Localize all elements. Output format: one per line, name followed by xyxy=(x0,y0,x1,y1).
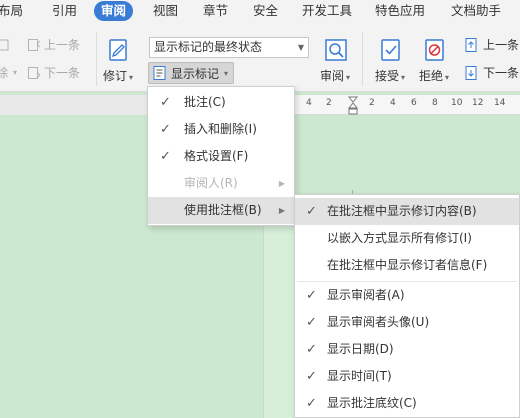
checkmark-icon: ✓ xyxy=(306,288,317,303)
group-divider xyxy=(96,32,97,86)
submenu-item-label: 显示时间(T) xyxy=(327,369,392,383)
tab-review[interactable]: 审阅 xyxy=(94,1,134,21)
tab-references[interactable]: 引用 xyxy=(52,0,77,22)
next-comment-icon xyxy=(27,66,41,80)
submenu-arrow-icon: ▶ xyxy=(278,179,285,188)
checkmark-icon: ✓ xyxy=(160,149,171,164)
submenu-item-label: 显示审阅者(A) xyxy=(327,288,405,302)
next-change-label: 下一条 xyxy=(483,66,520,80)
menu-item-use-balloons[interactable]: 使用批注框(B) ▶ xyxy=(148,197,294,224)
show-markup-label: 显示标记 xyxy=(171,66,220,81)
ribbon-tab-bar: 布局 引用 审阅 视图 章节 安全 开发工具 特色应用 文档助手 xyxy=(0,0,520,22)
ruler-number: 4 xyxy=(306,98,312,108)
menu-item-label: 批注(C) xyxy=(184,95,226,109)
submenu-item-show-revisions-in-balloons[interactable]: ✓ 在批注框中显示修订内容(B) xyxy=(295,198,519,225)
ruler-number: 2 xyxy=(369,98,375,108)
ruler-number: 14 xyxy=(494,98,506,108)
show-markup-menu: ✓ 批注(C) ✓ 插入和删除(I) ✓ 格式设置(F) 审阅人(R) ▶ 使用… xyxy=(147,86,295,226)
menu-item-insert-delete[interactable]: ✓ 插入和删除(I) xyxy=(148,116,294,143)
prev-comment-icon xyxy=(27,38,41,52)
checkmark-icon: ✓ xyxy=(160,122,171,137)
checkmark-icon: ✓ xyxy=(306,204,317,219)
review-pane-icon xyxy=(324,38,348,62)
submenu-item-show-reviewer[interactable]: ✓ 显示审阅者(A) xyxy=(295,282,519,309)
submenu-item-label: 显示日期(D) xyxy=(327,342,394,356)
submenu-item-show-all-inline[interactable]: 以嵌入方式显示所有修订(I) xyxy=(295,225,519,252)
next-comment-button[interactable]: 下一条 xyxy=(27,64,80,82)
ruler-number: 4 xyxy=(390,98,396,108)
reject-label: 拒绝 xyxy=(419,69,444,83)
balloons-submenu: ✓ 在批注框中显示修订内容(B) 以嵌入方式显示所有修订(I) 在批注框中显示修… xyxy=(294,194,520,418)
submenu-item-show-comment-shading[interactable]: ✓ 显示批注底纹(C) xyxy=(295,390,519,417)
track-changes-icon xyxy=(108,38,130,62)
checkmark-icon: ✓ xyxy=(306,315,317,330)
menu-item-label: 审阅人(R) xyxy=(184,176,238,190)
markup-display-select[interactable]: 显示标记的最终状态 ▼ xyxy=(149,37,309,58)
partial-disabled-label: 除 ▾ xyxy=(0,66,18,80)
prev-comment-button[interactable]: 上一条 xyxy=(27,36,80,54)
ruler-number: 10 xyxy=(451,98,463,108)
show-markup-button[interactable]: 显示标记 ▾ xyxy=(148,62,234,84)
horizontal-ruler[interactable]: 4 2 2 4 6 8 10 12 14 xyxy=(294,95,520,115)
submenu-arrow-icon: ▶ xyxy=(278,206,285,215)
ruler-number: 2 xyxy=(326,98,332,108)
tab-doc-assistant[interactable]: 文档助手 xyxy=(451,0,501,22)
reject-icon xyxy=(424,38,446,62)
submenu-item-label: 以嵌入方式显示所有修订(I) xyxy=(327,231,472,245)
submenu-item-show-time[interactable]: ✓ 显示时间(T) xyxy=(295,363,519,390)
tab-layout[interactable]: 布局 xyxy=(0,0,23,22)
track-changes-label: 修订 xyxy=(103,69,128,83)
review-pane-label: 审阅 xyxy=(320,69,345,83)
submenu-item-label: 显示审阅者头像(U) xyxy=(327,315,430,329)
submenu-item-show-date[interactable]: ✓ 显示日期(D) xyxy=(295,336,519,363)
submenu-item-label: 在批注框中显示修订内容(B) xyxy=(327,204,477,218)
submenu-item-show-reviewer-info[interactable]: 在批注框中显示修订者信息(F) xyxy=(295,252,519,279)
previous-change-button[interactable]: 上一条 xyxy=(464,36,519,54)
ruler-number: 12 xyxy=(472,98,484,108)
prev-comment-label: 上一条 xyxy=(44,38,81,52)
tab-developer-tools[interactable]: 开发工具 xyxy=(302,0,352,22)
checkmark-icon: ✓ xyxy=(306,396,317,411)
previous-change-icon xyxy=(464,37,480,53)
submenu-item-label: 显示批注底纹(C) xyxy=(327,396,417,410)
next-change-icon xyxy=(464,65,480,81)
group-divider xyxy=(362,32,363,86)
menu-item-label: 使用批注框(B) xyxy=(184,203,262,217)
indent-marker-icon[interactable] xyxy=(348,96,358,116)
menu-item-label: 插入和删除(I) xyxy=(184,122,257,136)
checkmark-icon: ✓ xyxy=(306,342,317,357)
menu-item-reviewers: 审阅人(R) ▶ xyxy=(148,170,294,197)
next-comment-label: 下一条 xyxy=(44,66,81,80)
tab-security[interactable]: 安全 xyxy=(253,0,278,22)
tab-view[interactable]: 视图 xyxy=(153,0,178,22)
accept-icon xyxy=(380,38,402,62)
ruler-number: 8 xyxy=(432,98,438,108)
submenu-item-label: 在批注框中显示修订者信息(F) xyxy=(327,258,488,272)
checkmark-icon: ✓ xyxy=(306,369,317,384)
ruler-number: 6 xyxy=(411,98,417,108)
checkmark-icon: ✓ xyxy=(160,95,171,110)
submenu-item-show-reviewer-avatar[interactable]: ✓ 显示审阅者头像(U) xyxy=(295,309,519,336)
next-change-button[interactable]: 下一条 xyxy=(464,64,519,82)
show-markup-icon xyxy=(152,65,168,81)
previous-change-label: 上一条 xyxy=(483,38,520,52)
menu-item-label: 格式设置(F) xyxy=(184,149,249,163)
markup-display-value: 显示标记的最终状态 xyxy=(154,40,263,54)
tab-featured-apps[interactable]: 特色应用 xyxy=(375,0,425,22)
review-ribbon: 除▾ 上一条 下一条 修订▾ 显示标记的最终状态 ▼ 显示标记 ▾ 审阅▾ xyxy=(0,22,520,92)
menu-item-formatting[interactable]: ✓ 格式设置(F) xyxy=(148,143,294,170)
partial-disabled-icon xyxy=(0,36,10,54)
chevron-down-icon: ▼ xyxy=(297,43,304,52)
accept-label: 接受 xyxy=(375,69,400,83)
menu-item-comments[interactable]: ✓ 批注(C) xyxy=(148,89,294,116)
tab-sections[interactable]: 章节 xyxy=(203,0,228,22)
